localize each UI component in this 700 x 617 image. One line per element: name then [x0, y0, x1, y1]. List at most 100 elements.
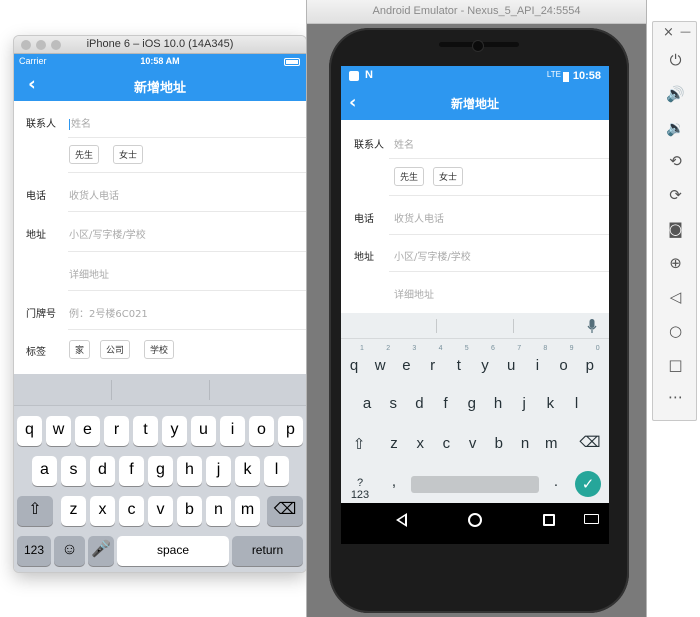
phone-input[interactable]: 收货人电话	[394, 210, 444, 225]
name-input[interactable]: 姓名	[394, 136, 414, 151]
phone-input[interactable]: 收货人电话	[69, 187, 119, 202]
close-icon[interactable]: ×	[663, 25, 674, 40]
enter-check-icon[interactable]: ✓	[575, 471, 601, 497]
keyboard-icon[interactable]	[584, 514, 599, 524]
doorplate-input[interactable]: 例：2号楼6C021	[69, 305, 148, 320]
key-k[interactable]: k	[235, 456, 260, 486]
key-h[interactable]: h	[177, 456, 202, 486]
gender-option-ms[interactable]: 女士	[433, 167, 464, 186]
overview-icon[interactable]: □	[653, 356, 698, 374]
key-y[interactable]: y	[473, 357, 497, 374]
detail-address-input[interactable]: 详细地址	[69, 266, 109, 281]
home-icon[interactable]	[468, 513, 482, 527]
space-bar[interactable]	[411, 476, 539, 493]
volume-up-icon[interactable]: 🔊	[653, 85, 698, 103]
rotate-left-icon[interactable]: ⟲	[653, 152, 698, 170]
key-t[interactable]: t	[133, 416, 158, 446]
symbols-key[interactable]: ?123	[348, 477, 372, 501]
key-s[interactable]: s	[381, 395, 405, 412]
recents-icon[interactable]	[543, 514, 555, 526]
back-icon[interactable]: ◁	[653, 288, 698, 306]
key-x[interactable]: x	[408, 435, 432, 452]
key-c[interactable]: c	[434, 435, 458, 452]
zoom-icon[interactable]: ⊕	[653, 254, 698, 272]
key-f[interactable]: f	[434, 395, 458, 412]
key-x[interactable]: x	[90, 496, 115, 526]
key-a[interactable]: a	[32, 456, 57, 486]
key-m[interactable]: m	[235, 496, 260, 526]
period-key[interactable]: .	[544, 473, 568, 490]
key-d[interactable]: d	[90, 456, 115, 486]
key-k[interactable]: k	[538, 395, 562, 412]
key-r[interactable]: r	[421, 357, 445, 374]
rotate-right-icon[interactable]: ⟳	[653, 186, 698, 204]
key-f[interactable]: f	[119, 456, 144, 486]
back-icon[interactable]	[396, 513, 407, 527]
key-w[interactable]: w	[46, 416, 71, 446]
key-u[interactable]: u	[191, 416, 216, 446]
key-q[interactable]: q	[342, 357, 366, 374]
key-z[interactable]: z	[61, 496, 86, 526]
detail-address-input[interactable]: 详细地址	[394, 286, 434, 301]
shift-key[interactable]: ⇧	[347, 435, 371, 453]
delete-key[interactable]: ⌫	[578, 433, 602, 451]
key-p[interactable]: p	[278, 416, 303, 446]
return-key[interactable]: return	[232, 536, 303, 566]
key-r[interactable]: r	[104, 416, 129, 446]
power-icon[interactable]: ⏻	[653, 51, 698, 69]
numbers-key[interactable]: 123	[17, 536, 51, 566]
microphone-icon[interactable]	[587, 319, 597, 334]
key-p[interactable]: p	[578, 357, 602, 374]
key-i[interactable]: i	[525, 357, 549, 374]
key-b[interactable]: b	[177, 496, 202, 526]
tag-company[interactable]: 公司	[100, 340, 131, 359]
key-n[interactable]: n	[206, 496, 231, 526]
key-o[interactable]: o	[249, 416, 274, 446]
key-e[interactable]: e	[394, 357, 418, 374]
key-u[interactable]: u	[499, 357, 523, 374]
minimize-icon[interactable]: —	[680, 25, 691, 38]
key-l[interactable]: l	[565, 395, 589, 412]
tag-school[interactable]: 学校	[144, 340, 175, 359]
key-d[interactable]: d	[407, 395, 431, 412]
comma-key[interactable]: ,	[382, 473, 406, 490]
space-key[interactable]: space	[117, 536, 229, 566]
key-c[interactable]: c	[119, 496, 144, 526]
key-v[interactable]: v	[461, 435, 485, 452]
key-g[interactable]: g	[460, 395, 484, 412]
name-input[interactable]: 姓名	[69, 115, 91, 130]
home-icon[interactable]: ○	[653, 322, 698, 340]
key-i[interactable]: i	[220, 416, 245, 446]
camera-icon[interactable]: ◙	[653, 220, 698, 238]
delete-key[interactable]: ⌫	[267, 496, 303, 526]
key-a[interactable]: a	[355, 395, 379, 412]
key-h[interactable]: h	[486, 395, 510, 412]
key-g[interactable]: g	[148, 456, 173, 486]
area-input[interactable]: 小区/写字楼/学校	[394, 248, 471, 263]
emoji-key[interactable]: ☺	[54, 536, 85, 566]
key-j[interactable]: j	[512, 395, 536, 412]
area-input[interactable]: 小区/写字楼/学校	[69, 226, 146, 241]
gender-option-ms[interactable]: 女士	[113, 145, 144, 164]
key-m[interactable]: m	[539, 435, 563, 452]
microphone-key[interactable]: 🎤	[88, 536, 114, 566]
key-s[interactable]: s	[61, 456, 86, 486]
key-n[interactable]: n	[513, 435, 537, 452]
key-t[interactable]: t	[447, 357, 471, 374]
key-w[interactable]: w	[368, 357, 392, 374]
key-z[interactable]: z	[382, 435, 406, 452]
gender-option-mr[interactable]: 先生	[69, 145, 100, 164]
more-icon[interactable]: ⋯	[653, 388, 698, 406]
key-e[interactable]: e	[75, 416, 100, 446]
key-q[interactable]: q	[17, 416, 42, 446]
shift-key[interactable]: ⇧	[17, 496, 53, 526]
key-v[interactable]: v	[148, 496, 173, 526]
tag-home[interactable]: 家	[69, 340, 91, 359]
key-b[interactable]: b	[487, 435, 511, 452]
key-j[interactable]: j	[206, 456, 231, 486]
key-y[interactable]: y	[162, 416, 187, 446]
volume-down-icon[interactable]: 🔉	[653, 119, 698, 137]
key-l[interactable]: l	[264, 456, 289, 486]
key-o[interactable]: o	[552, 357, 576, 374]
gender-option-mr[interactable]: 先生	[394, 167, 425, 186]
